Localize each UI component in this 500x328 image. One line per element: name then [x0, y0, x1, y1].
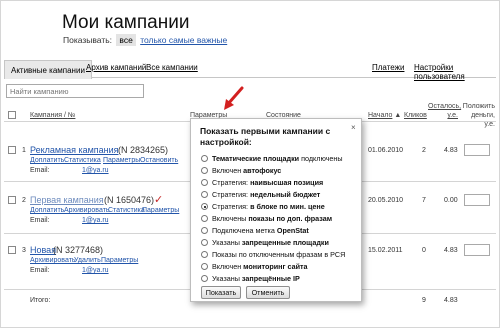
show-filter: Показывать: все только самые важные — [63, 34, 227, 46]
option-weekly-budget[interactable]: Стратегия: недельный бюджет — [201, 190, 320, 199]
option-highest-position[interactable]: Стратегия: наивысшая позиция — [201, 178, 323, 187]
tab-archive[interactable]: Архив кампаний — [86, 63, 146, 72]
tab-all-campaigns[interactable]: Все кампании — [146, 63, 198, 72]
row-number: 1 — [22, 147, 26, 154]
put-money-input[interactable] — [464, 194, 490, 206]
show-important-link[interactable]: только самые важные — [140, 35, 227, 45]
email-label: Email: — [30, 217, 50, 224]
popup-title: Показать первыми кампании с настройкой: — [200, 126, 331, 147]
row-number: 3 — [22, 247, 26, 254]
row-checkbox[interactable] — [8, 146, 16, 154]
action-archive[interactable]: Архивировать — [64, 207, 110, 214]
show-filter-label: Показывать: — [63, 35, 113, 45]
email-label: Email: — [30, 167, 50, 174]
option-forbidden-ip[interactable]: Указаны запрещённые IP — [201, 274, 300, 283]
option-disabled-phrases-rsya[interactable]: Показы по отключенным фразам в РСЯ — [201, 250, 345, 259]
campaign-id: (N 2834265) — [118, 145, 169, 155]
show-all-option[interactable]: все — [116, 34, 136, 46]
tab-bar: Активные кампании Архив кампаний Все кам… — [4, 60, 496, 81]
option-site-monitoring[interactable]: Включен мониторинг сайта — [201, 262, 308, 271]
action-params[interactable]: Параметры — [103, 157, 140, 164]
tab-payments[interactable]: Платежи — [372, 63, 404, 72]
campaign-link[interactable]: Первая кампания — [30, 195, 104, 205]
email-value[interactable]: 1@ya.ru — [82, 217, 109, 224]
radio-icon[interactable] — [201, 191, 208, 198]
rest-value: 4.83 — [444, 247, 458, 254]
total-label: Итого: — [30, 297, 51, 304]
header-rest[interactable]: Осталось, у.е. — [428, 102, 461, 120]
action-delete[interactable]: Удалить — [74, 257, 101, 264]
row-checkbox[interactable] — [8, 246, 16, 254]
radio-selected-icon[interactable] — [201, 203, 208, 210]
search-input[interactable] — [6, 84, 144, 98]
start-date: 01.06.2010 — [368, 147, 404, 154]
option-min-price-block[interactable]: Стратегия: в блоке по мин. цене — [201, 202, 325, 211]
start-date: 20.05.2010 — [368, 197, 404, 204]
close-icon[interactable]: × — [351, 123, 356, 132]
radio-icon[interactable] — [201, 215, 208, 222]
option-forbidden-sites[interactable]: Указаны запрещенные площадки — [201, 238, 329, 247]
put-money-input[interactable] — [464, 244, 490, 256]
row-checkbox[interactable] — [8, 196, 16, 204]
action-params[interactable]: Параметры — [142, 207, 179, 214]
radio-icon[interactable] — [201, 251, 208, 258]
option-openstat[interactable]: Подключена метка OpenStat — [201, 226, 309, 235]
sort-settings-popup: Показать первыми кампании с настройкой: … — [190, 118, 362, 302]
clicks-value: 7 — [422, 197, 426, 204]
red-arrow-icon — [224, 86, 244, 110]
clicks-value: 2 — [422, 147, 426, 154]
rest-value: 4.83 — [444, 147, 458, 154]
option-autofocus[interactable]: Включен автофокус — [201, 166, 281, 175]
radio-icon[interactable] — [201, 167, 208, 174]
campaign-id: (N 3277468) — [53, 245, 104, 255]
action-archive[interactable]: Архивировать — [30, 257, 76, 264]
sort-asc-icon: ▲ — [394, 112, 402, 119]
page-title: Мои кампании — [62, 12, 190, 33]
radio-icon[interactable] — [201, 263, 208, 270]
action-params[interactable]: Параметры — [101, 257, 138, 264]
radio-icon[interactable] — [201, 275, 208, 282]
radio-icon[interactable] — [201, 239, 208, 246]
campaign-link[interactable]: Рекламная кампания — [30, 145, 119, 155]
header-start[interactable]: Начало ▲ — [368, 111, 401, 120]
row-number: 2 — [22, 197, 26, 204]
total-clicks: 9 — [422, 297, 426, 304]
tab-active-campaigns[interactable]: Активные кампании — [4, 60, 92, 79]
option-thematic-sites[interactable]: Тематические площадки подключены — [201, 154, 343, 163]
radio-icon[interactable] — [201, 227, 208, 234]
show-button[interactable]: Показать — [201, 286, 241, 299]
total-rest: 4.83 — [444, 297, 458, 304]
email-value[interactable]: 1@ya.ru — [82, 167, 109, 174]
radio-icon[interactable] — [201, 179, 208, 186]
cancel-button[interactable]: Отменить — [246, 286, 290, 299]
action-pay[interactable]: Доплатить — [30, 157, 64, 164]
action-pay[interactable]: Доплатить — [30, 207, 64, 214]
clicks-value: 0 — [422, 247, 426, 254]
header-campaign[interactable]: Кампания / № — [30, 111, 75, 120]
email-label: Email: — [30, 267, 50, 274]
select-all-checkbox[interactable] — [8, 111, 16, 119]
action-stop[interactable]: Остановить — [140, 157, 178, 164]
radio-icon[interactable] — [201, 155, 208, 162]
email-value[interactable]: 1@ya.ru — [82, 267, 109, 274]
campaign-id: (N 1650476) — [104, 195, 155, 205]
checkmark-icon: ✓ — [154, 194, 164, 206]
rest-value: 0.00 — [444, 197, 458, 204]
action-statistics[interactable]: Статистика — [108, 207, 145, 214]
start-date: 15.02.2011 — [368, 247, 403, 254]
header-put-money: Положить деньги, у.е. — [462, 103, 495, 128]
tab-user-settings[interactable]: Настройки пользователя — [414, 63, 496, 81]
header-clicks[interactable]: Кликов — [404, 111, 427, 120]
action-statistics[interactable]: Статистика — [64, 157, 101, 164]
put-money-input[interactable] — [464, 144, 490, 156]
option-extra-phrases[interactable]: Включены показы по доп. фразам — [201, 214, 332, 223]
